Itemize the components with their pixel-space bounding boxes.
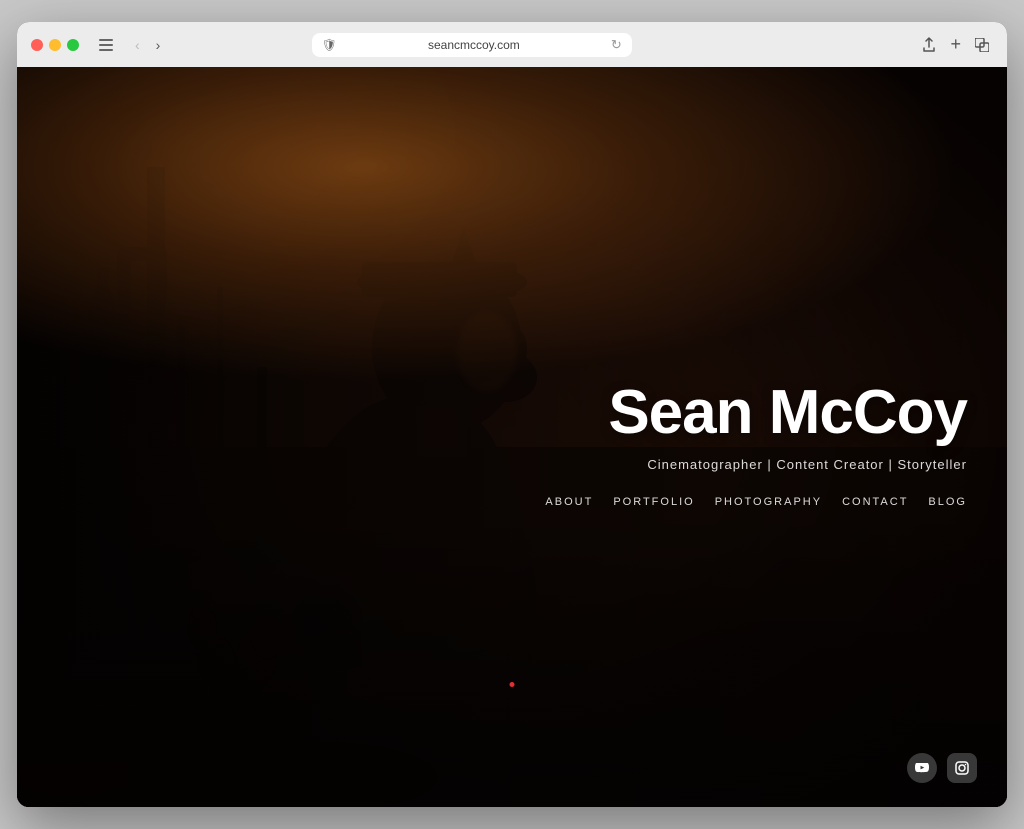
browser-toolbar: ‹ › 🛡 seancmccoy.com ↻ + — [31, 32, 993, 67]
hero-section: Sean McCoy Cinematographer | Content Cre… — [17, 67, 1007, 807]
share-button[interactable] — [918, 35, 940, 55]
tabs-button[interactable] — [971, 36, 993, 54]
new-tab-button[interactable]: + — [946, 32, 965, 57]
instagram-icon[interactable] — [947, 753, 977, 783]
nav-blog[interactable]: BLOG — [928, 496, 967, 508]
youtube-icon[interactable] — [907, 753, 937, 783]
forward-button[interactable]: › — [152, 35, 165, 55]
minimize-button[interactable] — [49, 39, 61, 51]
hero-content: Sean McCoy Cinematographer | Content Cre… — [545, 379, 967, 508]
nav-contact[interactable]: CONTACT — [842, 496, 908, 508]
url-text: seancmccoy.com — [343, 38, 605, 52]
hero-tagline: Cinematographer | Content Creator | Stor… — [545, 457, 967, 472]
nav-about[interactable]: ABOUT — [545, 496, 593, 508]
maximize-button[interactable] — [67, 39, 79, 51]
nav-photography[interactable]: PHOTOGRAPHY — [715, 496, 822, 508]
address-bar[interactable]: 🛡 seancmccoy.com ↻ — [312, 33, 632, 57]
close-button[interactable] — [31, 39, 43, 51]
traffic-lights — [31, 39, 79, 51]
refresh-icon[interactable]: ↻ — [611, 37, 622, 53]
toolbar-right: + — [918, 32, 993, 57]
red-dot-indicator — [510, 682, 515, 687]
shield-icon: 🛡 — [322, 38, 337, 52]
browser-window: ‹ › 🛡 seancmccoy.com ↻ + — [17, 22, 1007, 807]
back-button[interactable]: ‹ — [131, 35, 144, 55]
hero-nav: ABOUT PORTFOLIO PHOTOGRAPHY CONTACT BLOG — [545, 496, 967, 508]
social-icons — [907, 753, 977, 783]
sidebar-toggle-button[interactable] — [93, 37, 119, 53]
browser-chrome: ‹ › 🛡 seancmccoy.com ↻ + — [17, 22, 1007, 67]
nav-portfolio[interactable]: PORTFOLIO — [613, 496, 694, 508]
hero-name: Sean McCoy — [545, 379, 967, 447]
